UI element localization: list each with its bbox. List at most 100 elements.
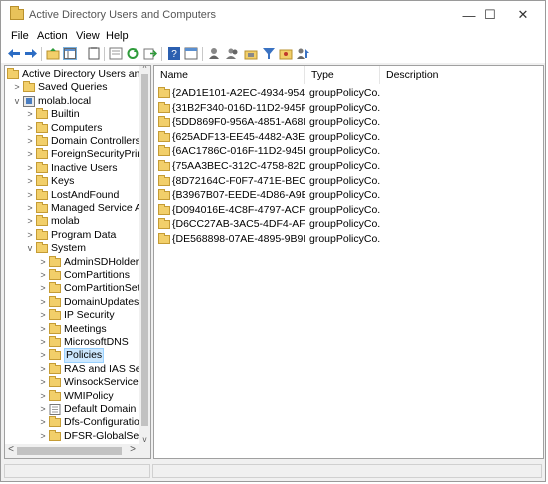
menu-view[interactable]: View (76, 30, 100, 42)
list-row[interactable]: {B3967B07-EEDE-4D86-A9BC-27... groupPolic… (154, 188, 543, 202)
chevron-down-icon[interactable]: v (13, 95, 21, 108)
title-bar[interactable]: Active Directory Users and Computers — ☐… (1, 1, 545, 29)
folder-icon (158, 203, 170, 215)
refresh-icon[interactable] (126, 47, 140, 60)
cell-name: {2AD1E101-A2EC-4934-954A-1D... (172, 87, 305, 99)
forward-arrow-icon[interactable] (24, 47, 38, 60)
tree-item-label: Computers (51, 121, 103, 134)
menu-file[interactable]: File (11, 30, 29, 42)
tree-item-label: Meetings (64, 322, 107, 335)
chevron-right-icon[interactable]: > (26, 122, 34, 135)
tree-item-label: WinsockServices (64, 376, 144, 389)
chevron-right-icon[interactable]: > (39, 349, 47, 362)
chevron-down-icon[interactable]: v (26, 242, 34, 255)
chevron-right-icon[interactable]: > (39, 416, 47, 429)
tree-vertical-scroll-thumb[interactable] (141, 74, 148, 426)
adu-window: Active Directory Users and Computers — ☐… (0, 0, 546, 482)
chevron-right-icon[interactable]: > (26, 215, 34, 228)
chevron-right-icon[interactable]: > (39, 390, 47, 403)
list-row[interactable]: {75AA3BEC-312C-4758-82D4-F4... groupPolic… (154, 159, 543, 173)
chevron-right-icon[interactable]: > (39, 323, 47, 336)
chevron-right-icon[interactable]: > (26, 148, 34, 161)
list-row[interactable]: {D6CC27AB-3AC5-4DF4-AFE8-B... groupPolicy… (154, 217, 543, 231)
export-list-icon[interactable] (109, 47, 123, 60)
folder-icon (49, 282, 61, 294)
column-header-name[interactable]: Name (154, 66, 305, 84)
delegate-icon[interactable] (296, 47, 310, 60)
add-ou-icon[interactable] (244, 47, 258, 60)
list-row[interactable]: {2AD1E101-A2EC-4934-954A-1D... groupPolic… (154, 86, 543, 100)
cell-type: groupPolicyCo... (309, 145, 381, 158)
tree-vertical-scrollbar[interactable]: ^ v (139, 66, 150, 444)
close-button[interactable]: ✕ (508, 1, 538, 29)
tree-item-label: Managed Service Acc (51, 202, 151, 214)
list-row[interactable]: {D094016E-4C8F-4797-ACF2-1B... groupPolic… (154, 203, 543, 217)
tree-horizontal-scroll-thumb[interactable] (17, 447, 122, 455)
menu-help[interactable]: Help (106, 30, 129, 42)
folder-icon (49, 349, 61, 361)
chevron-right-icon[interactable]: > (39, 296, 47, 309)
list-row[interactable]: {6AC1786C-016F-11D2-945F-00... groupPolic… (154, 144, 543, 158)
column-header-type[interactable]: Type (305, 66, 380, 84)
scroll-up-arrow-icon[interactable]: ^ (139, 66, 150, 73)
tree-item-label: WMIPolicy (64, 389, 114, 402)
column-header-description[interactable]: Description (380, 66, 543, 84)
list-row[interactable]: {DE568898-07AE-4895-9B9E-705... groupPoli… (154, 232, 543, 246)
help-icon[interactable]: ? (167, 47, 181, 60)
clipboard-icon[interactable] (87, 47, 101, 60)
chevron-right-icon[interactable]: > (26, 189, 34, 202)
chevron-right-icon[interactable]: > (26, 135, 34, 148)
chevron-right-icon[interactable]: > (26, 229, 34, 242)
folder-icon (158, 130, 170, 142)
chevron-right-icon[interactable]: > (39, 430, 47, 443)
list-row[interactable]: {625ADF13-EE45-4482-A3EF-925... groupPoli… (154, 130, 543, 144)
chevron-right-icon[interactable]: > (39, 376, 47, 389)
scroll-right-arrow-icon[interactable]: > (128, 444, 138, 455)
chevron-right-icon[interactable]: > (39, 403, 47, 416)
cell-type: groupPolicyCo... (309, 101, 381, 114)
chevron-right-icon[interactable]: > (26, 162, 34, 175)
list-row[interactable]: {8D72164C-F0F7-471E-BEC9-55... groupPolic… (154, 174, 543, 188)
cell-type: groupPolicyCo... (309, 116, 381, 129)
show-tree-button[interactable] (63, 47, 77, 60)
folder-icon (158, 174, 170, 186)
chevron-right-icon[interactable]: > (39, 269, 47, 282)
filter-icon[interactable] (262, 47, 276, 60)
scroll-left-arrow-icon[interactable]: < (6, 444, 16, 455)
tree-item-label: Saved Queries (38, 81, 108, 94)
console-icon[interactable] (184, 47, 198, 60)
chevron-right-icon[interactable]: > (39, 336, 47, 349)
toolbar: ? (1, 45, 545, 63)
folder-icon (36, 121, 48, 133)
details-list[interactable]: Name Type Description {2AD1E101-A2EC-493… (153, 65, 544, 459)
svg-text:?: ? (171, 49, 177, 60)
export-icon[interactable] (143, 47, 157, 60)
back-arrow-icon[interactable] (7, 47, 21, 60)
add-group-icon[interactable] (226, 47, 240, 60)
chevron-right-icon[interactable]: > (39, 309, 47, 322)
add-user-icon[interactable] (208, 47, 222, 60)
chevron-right-icon[interactable]: > (13, 81, 21, 94)
folder-icon (49, 309, 61, 321)
tree-item-label: Dfs-Configuration (64, 416, 146, 429)
folder-icon (36, 188, 48, 200)
list-row[interactable]: {5DD869F0-956A-4851-A68D-0A... groupPolic… (154, 115, 543, 129)
cell-name: {D094016E-4C8F-4797-ACF2-1B... (172, 203, 305, 216)
maximize-button[interactable]: ☐ (475, 1, 505, 29)
chevron-right-icon[interactable]: > (39, 363, 47, 376)
tree-horizontal-scrollbar[interactable]: < > (5, 444, 140, 458)
add-to-group-icon[interactable] (279, 47, 293, 60)
chevron-right-icon[interactable]: > (26, 108, 34, 121)
folder-icon (36, 148, 48, 160)
chevron-right-icon[interactable]: > (39, 282, 47, 295)
chevron-right-icon[interactable]: > (39, 256, 47, 269)
scroll-down-arrow-icon[interactable]: v (139, 435, 150, 444)
console-tree[interactable]: Active Directory Users and Co > Saved Quer… (4, 65, 151, 459)
chevron-right-icon[interactable]: > (26, 202, 34, 215)
menu-bar: File Action View Help (1, 29, 545, 45)
list-row[interactable]: {31B2F340-016D-11D2-945F-00... groupPolic… (154, 101, 543, 115)
chevron-right-icon[interactable]: > (26, 175, 34, 188)
menu-action[interactable]: Action (37, 30, 68, 42)
up-folder-icon[interactable] (46, 47, 60, 60)
tree-item-label: Program Data (51, 228, 117, 241)
